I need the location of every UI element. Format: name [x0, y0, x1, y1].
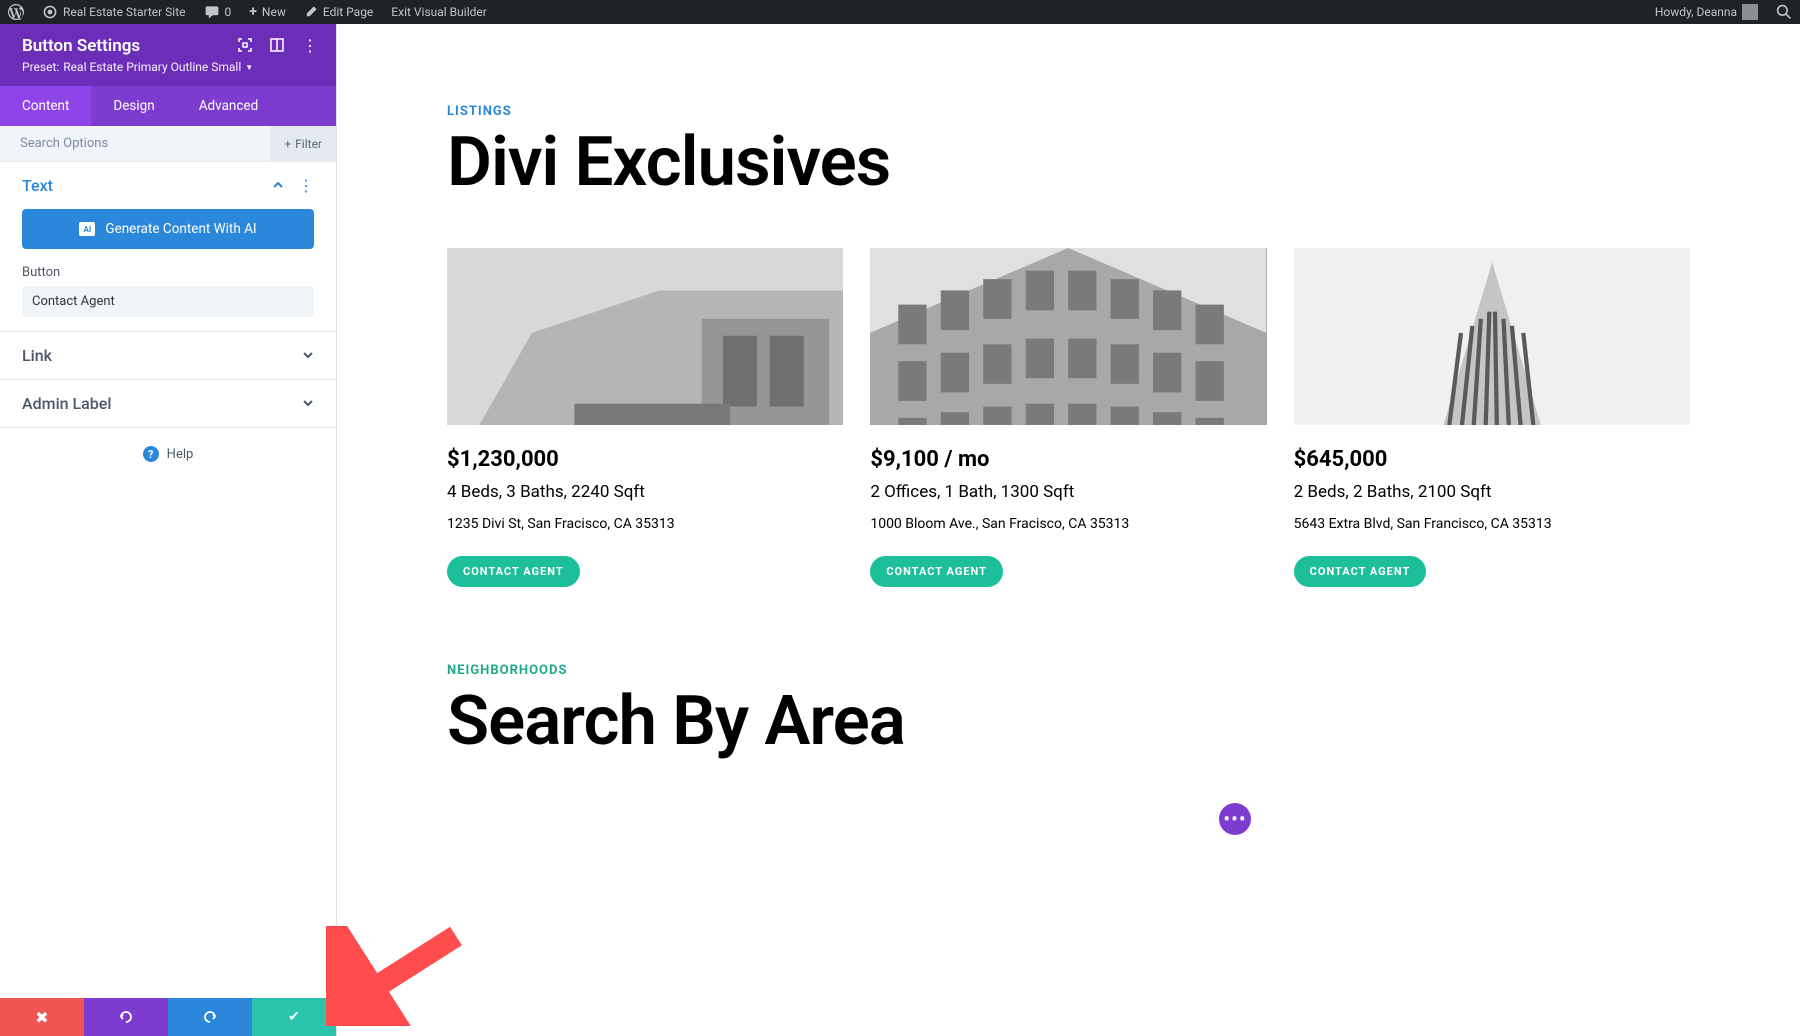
listing-address: 5643 Extra Blvd, San Francisco, CA 35313 [1294, 516, 1690, 532]
undo-icon [118, 1009, 134, 1025]
search-input[interactable] [0, 126, 270, 161]
section-link-header[interactable]: Link [22, 346, 314, 365]
section-admin-label: Admin Label [0, 380, 336, 428]
avatar-icon [1742, 4, 1758, 20]
redo-button[interactable] [168, 998, 252, 1036]
listing-address: 1235 Divi St, San Fracisco, CA 35313 [447, 516, 843, 532]
listings-eyebrow: LISTINGS [447, 104, 1690, 119]
ai-icon: AI [79, 222, 95, 236]
listing-address: 1000 Bloom Ave., San Fracisco, CA 35313 [870, 516, 1266, 532]
listing-price: $1,230,000 [447, 447, 843, 472]
cancel-button[interactable]: ✖ [0, 998, 84, 1036]
more-options-icon[interactable]: ⋮ [298, 176, 314, 195]
check-icon: ✔ [288, 1009, 300, 1025]
plus-icon: + [284, 137, 291, 151]
filter-label: Filter [295, 137, 322, 151]
tab-advanced[interactable]: Advanced [177, 86, 281, 126]
wp-admin-bar: Real Estate Starter Site 0 + New Edit Pa… [0, 0, 1800, 24]
listing-image [447, 248, 843, 425]
chevron-down-icon [302, 346, 314, 365]
expand-icon[interactable] [238, 37, 252, 56]
section-text: Text ⋮ AI Generate Content With AI Butto… [0, 162, 336, 332]
undo-button[interactable] [84, 998, 168, 1036]
bottom-actions: ✖ ✔ [0, 998, 336, 1036]
preset-name: Real Estate Primary Outline Small [63, 60, 241, 74]
contact-agent-button[interactable]: CONTACT AGENT [447, 556, 580, 587]
exit-builder-link[interactable]: Exit Visual Builder [391, 5, 487, 19]
preset-prefix: Preset: [22, 60, 59, 74]
section-admin-label-header[interactable]: Admin Label [22, 394, 314, 413]
generate-ai-button[interactable]: AI Generate Content With AI [22, 209, 314, 249]
neighborhoods-heading: Search By Area [447, 684, 1690, 759]
listing-price: $645,000 [1294, 447, 1690, 472]
listing-image [870, 248, 1266, 425]
listing-image [1294, 248, 1690, 425]
settings-sidebar: Button Settings ⋮ Preset: Real Estate Pr… [0, 24, 337, 1036]
save-button[interactable]: ✔ [252, 998, 336, 1036]
edit-page-link[interactable]: Edit Page [304, 5, 373, 19]
builder-fab-button[interactable]: ••• [1219, 803, 1251, 835]
listing-card: $645,000 2 Beds, 2 Baths, 2100 Sqft 5643… [1294, 248, 1690, 587]
plus-icon: + [249, 4, 257, 20]
listing-details: 2 Beds, 2 Baths, 2100 Sqft [1294, 482, 1690, 502]
listing-details: 2 Offices, 1 Bath, 1300 Sqft [870, 482, 1266, 502]
preset-selector[interactable]: Preset: Real Estate Primary Outline Smal… [22, 60, 318, 74]
generate-ai-label: Generate Content With AI [105, 221, 256, 237]
chevron-up-icon[interactable] [272, 176, 284, 195]
listing-details: 4 Beds, 3 Baths, 2240 Sqft [447, 482, 843, 502]
greeting-label: Howdy, Deanna [1655, 5, 1737, 19]
contact-agent-button[interactable]: CONTACT AGENT [870, 556, 1003, 587]
sidebar-tabs: Content Design Advanced [0, 86, 336, 126]
sidebar-title: Button Settings [22, 36, 140, 56]
preview-canvas: LISTINGS Divi Exclusives $1,230,000 [337, 24, 1800, 1036]
section-text-header[interactable]: Text ⋮ [22, 176, 314, 195]
tab-design[interactable]: Design [91, 86, 176, 126]
listing-card: $9,100 / mo 2 Offices, 1 Bath, 1300 Sqft… [870, 248, 1266, 587]
listing-price: $9,100 / mo [870, 447, 1266, 472]
listings-row: $1,230,000 4 Beds, 3 Baths, 2240 Sqft 12… [447, 248, 1690, 587]
more-options-icon[interactable]: ⋮ [302, 38, 318, 54]
exit-builder-label: Exit Visual Builder [391, 5, 487, 19]
neighborhoods-eyebrow: NEIGHBORHOODS [447, 663, 1690, 678]
listings-heading: Divi Exclusives [447, 125, 1690, 200]
section-link: Link [0, 332, 336, 380]
help-link[interactable]: ? Help [0, 428, 336, 480]
help-icon: ? [143, 446, 159, 462]
tab-content[interactable]: Content [0, 86, 91, 126]
chevron-down-icon [302, 394, 314, 413]
filter-button[interactable]: + Filter [270, 126, 336, 161]
section-text-title: Text [22, 176, 53, 195]
new-content-link[interactable]: + New [249, 4, 286, 20]
new-label: New [262, 5, 286, 19]
contact-agent-button[interactable]: CONTACT AGENT [1294, 556, 1427, 587]
button-text-input[interactable] [22, 286, 314, 317]
redo-icon [202, 1009, 218, 1025]
help-label: Help [167, 447, 194, 462]
edit-page-label: Edit Page [323, 5, 373, 19]
close-icon: ✖ [35, 1008, 48, 1027]
button-field-label: Button [22, 265, 314, 280]
section-link-title: Link [22, 346, 52, 365]
search-row: + Filter [0, 126, 336, 162]
comments-count: 0 [225, 5, 232, 19]
layout-icon[interactable] [270, 37, 284, 56]
site-name-link[interactable]: Real Estate Starter Site [42, 4, 186, 20]
search-icon[interactable] [1776, 4, 1792, 20]
site-name-label: Real Estate Starter Site [63, 5, 186, 19]
listing-card: $1,230,000 4 Beds, 3 Baths, 2240 Sqft 12… [447, 248, 843, 587]
comments-link[interactable]: 0 [204, 4, 232, 20]
section-admin-label-title: Admin Label [22, 394, 111, 413]
wordpress-logo-icon[interactable] [8, 4, 24, 20]
chevron-down-icon: ▼ [245, 63, 253, 72]
sidebar-header: Button Settings ⋮ Preset: Real Estate Pr… [0, 24, 336, 86]
neighborhoods-section: NEIGHBORHOODS Search By Area [447, 663, 1690, 759]
user-greeting[interactable]: Howdy, Deanna [1655, 4, 1758, 20]
